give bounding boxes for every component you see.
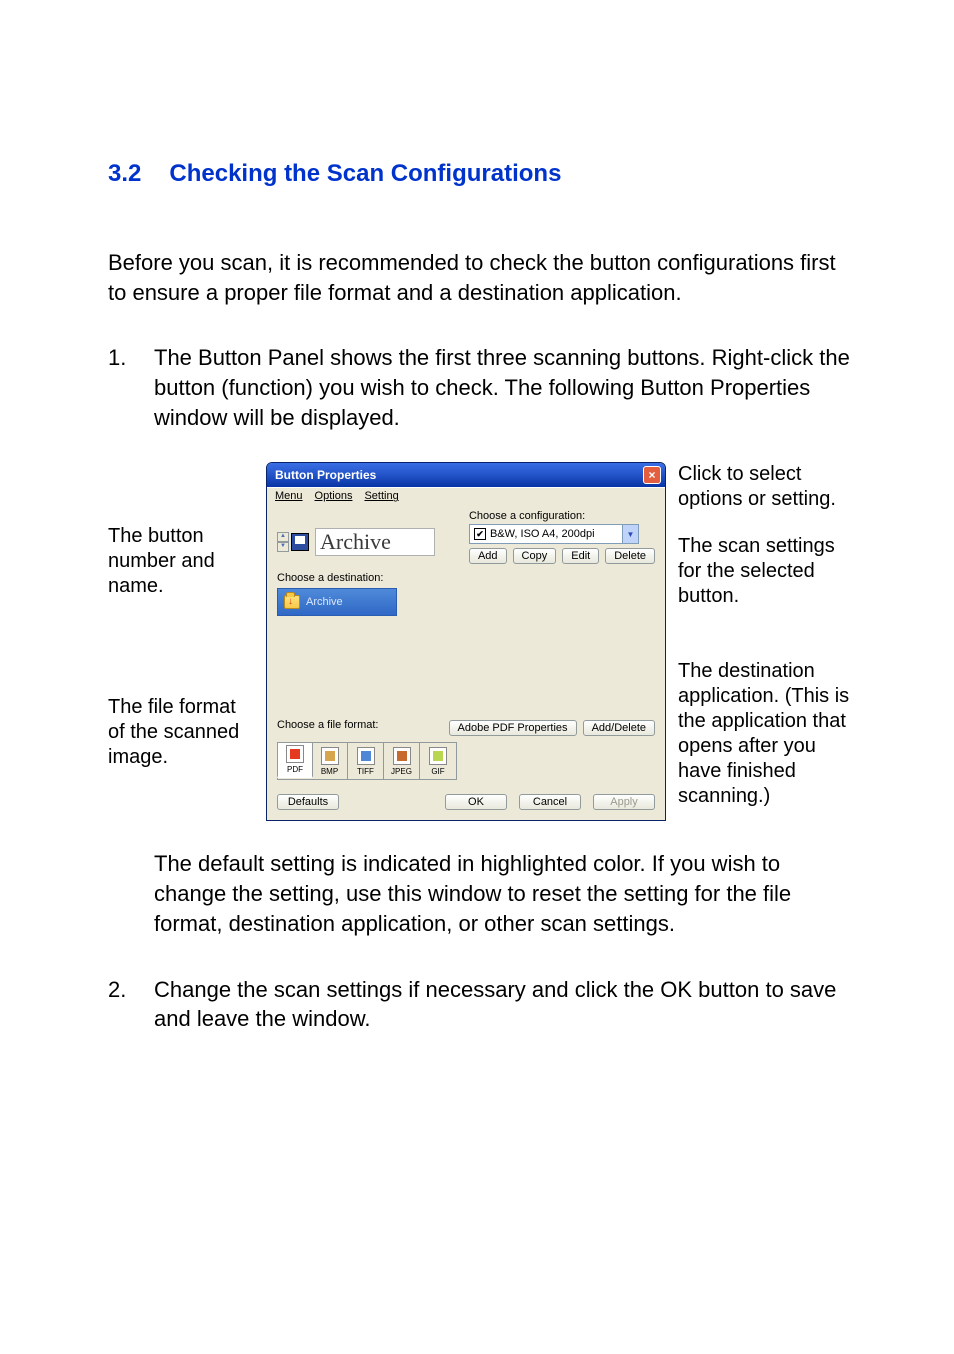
add-button[interactable]: Add	[469, 548, 507, 564]
figure: The button number and name. The file for…	[108, 462, 854, 821]
apply-button[interactable]: Apply	[593, 794, 655, 810]
configuration-value: B&W, ISO A4, 200dpi	[490, 528, 595, 540]
dialog-title: Button Properties	[275, 468, 643, 482]
menu-setting[interactable]: Setting	[362, 490, 400, 502]
section-title-text: Checking the Scan Configurations	[169, 160, 561, 187]
ok-button[interactable]: OK	[445, 794, 507, 810]
destination-name: Archive	[306, 596, 343, 608]
button-selector: ▲ ▼ Archive	[277, 528, 435, 556]
step-2: 2. Change the scan settings if necessary…	[108, 975, 854, 1034]
callout-file-format: The file format of the scanned image.	[108, 695, 258, 770]
tiff-icon	[357, 747, 375, 765]
intro-paragraph: Before you scan, it is recommended to ch…	[108, 248, 854, 307]
button-properties-dialog: Button Properties × Menu Options Setting…	[266, 462, 666, 821]
step-2-number: 2.	[108, 975, 154, 1034]
callout-button-number-name: The button number and name.	[108, 524, 258, 599]
step-1-text: The Button Panel shows the first three s…	[154, 343, 854, 432]
configuration-dropdown[interactable]: B&W, ISO A4, 200dpi ▼	[469, 524, 639, 544]
section-number: 3.2	[108, 160, 141, 188]
step-1-number: 1.	[108, 343, 154, 432]
chevron-down-icon[interactable]: ▼	[622, 525, 638, 543]
format-bmp[interactable]: BMP	[312, 743, 348, 779]
destination-archive[interactable]: ↓ Archive	[277, 588, 397, 616]
checkbox-icon	[474, 528, 486, 540]
step-1: 1. The Button Panel shows the first thre…	[108, 343, 854, 432]
callout-options-setting: Click to select options or setting.	[678, 462, 854, 512]
delete-button[interactable]: Delete	[605, 548, 655, 564]
callout-scan-settings: The scan settings for the selected butto…	[678, 534, 854, 609]
section-heading: 3.2 Checking the Scan Configurations	[108, 160, 854, 188]
edit-button[interactable]: Edit	[562, 548, 599, 564]
folder-icon: ↓	[284, 595, 300, 609]
dialog-titlebar[interactable]: Button Properties ×	[267, 463, 665, 487]
pdf-icon	[286, 745, 304, 763]
format-tiff[interactable]: TIFF	[348, 743, 384, 779]
format-jpeg[interactable]: JPEG	[384, 743, 420, 779]
after-figure-paragraph: The default setting is indicated in high…	[108, 849, 854, 938]
format-tabs: PDF BMP TIFF JPEG GIF	[277, 742, 457, 780]
callout-destination-app: The destination application. (This is th…	[678, 659, 854, 809]
defaults-button[interactable]: Defaults	[277, 794, 339, 810]
cancel-button[interactable]: Cancel	[519, 794, 581, 810]
config-label: Choose a configuration:	[469, 510, 655, 522]
copy-button[interactable]: Copy	[513, 548, 557, 564]
close-icon[interactable]: ×	[643, 466, 661, 484]
destination-label: Choose a destination:	[277, 572, 655, 584]
dialog-menubar: Menu Options Setting	[267, 487, 665, 504]
add-delete-button[interactable]: Add/Delete	[583, 720, 655, 736]
menu-menu[interactable]: Menu	[273, 490, 305, 502]
file-format-label: Choose a file format:	[277, 719, 449, 731]
bmp-icon	[321, 747, 339, 765]
button-name-field[interactable]: Archive	[315, 528, 435, 556]
format-gif[interactable]: GIF	[420, 743, 456, 779]
spin-up-icon[interactable]: ▲	[277, 532, 289, 542]
spin-down-icon[interactable]: ▼	[277, 542, 289, 552]
jpeg-icon	[393, 747, 411, 765]
disk-icon	[291, 533, 309, 551]
gif-icon	[429, 747, 447, 765]
format-pdf[interactable]: PDF	[277, 742, 313, 778]
pdf-properties-button[interactable]: Adobe PDF Properties	[449, 720, 577, 736]
menu-options[interactable]: Options	[313, 490, 355, 502]
step-2-text: Change the scan settings if necessary an…	[154, 975, 854, 1034]
